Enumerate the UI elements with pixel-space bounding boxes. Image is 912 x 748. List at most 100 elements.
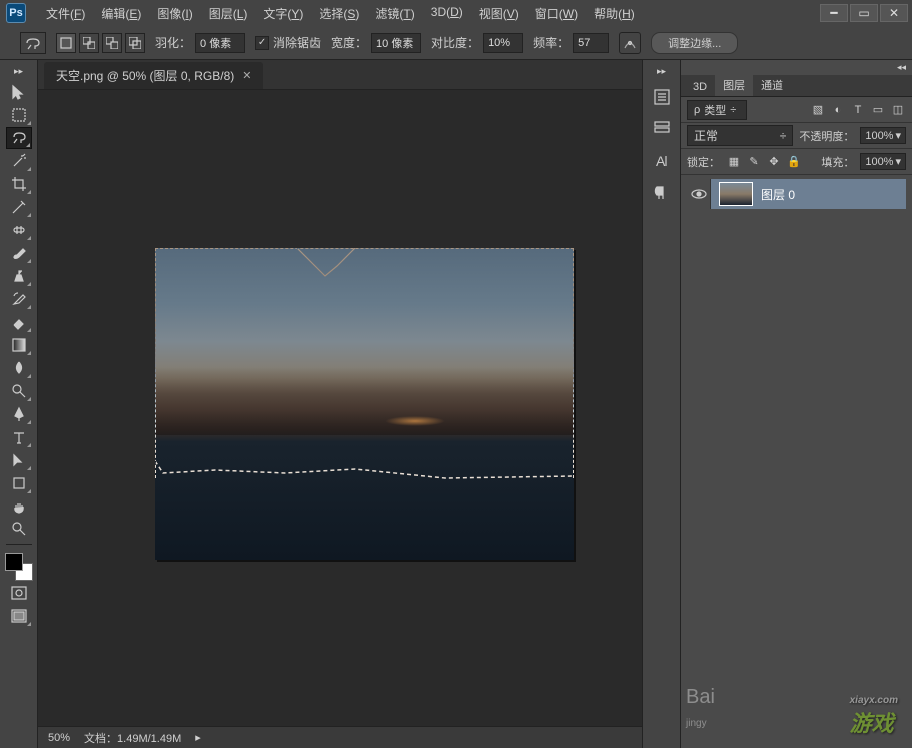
selection-mode-group: [56, 33, 145, 53]
zoom-level[interactable]: 50%: [48, 732, 70, 744]
menu-e[interactable]: 编辑(E): [93, 1, 149, 26]
marquee-tool[interactable]: [6, 104, 32, 126]
move-tool[interactable]: [6, 81, 32, 103]
menu-s[interactable]: 选择(S): [311, 1, 367, 26]
eraser-tool[interactable]: [6, 311, 32, 333]
opacity-label: 不透明度：: [799, 128, 854, 144]
menu-d[interactable]: 3D(D): [423, 1, 471, 26]
svg-text:A: A: [656, 153, 666, 169]
foreground-color-swatch[interactable]: [5, 553, 23, 571]
crop-tool[interactable]: [6, 173, 32, 195]
minimize-button[interactable]: ━: [820, 4, 848, 22]
filter-smart-icon[interactable]: ◫: [890, 102, 906, 118]
fill-input[interactable]: 100%▾: [860, 153, 906, 170]
layer-row[interactable]: 图层 0: [687, 179, 906, 209]
lock-transparent-icon[interactable]: ▦: [726, 154, 742, 170]
document-tab[interactable]: 天空.png @ 50% (图层 0, RGB/8) ✕: [44, 62, 263, 89]
panels-collapse[interactable]: ◂◂: [681, 60, 912, 75]
menu-w[interactable]: 窗口(W): [527, 1, 586, 26]
tab-channels[interactable]: 通道: [753, 74, 791, 96]
dodge-tool[interactable]: [6, 380, 32, 402]
menu-h[interactable]: 帮助(H): [586, 1, 643, 26]
filter-shape-icon[interactable]: ▭: [870, 102, 886, 118]
eyedropper-tool[interactable]: [6, 196, 32, 218]
character-panel-icon[interactable]: A: [649, 149, 675, 173]
menu-v[interactable]: 视图(V): [471, 1, 527, 26]
close-tab-icon[interactable]: ✕: [242, 69, 251, 82]
tab-layers[interactable]: 图层: [715, 74, 753, 96]
path-selection-tool[interactable]: [6, 449, 32, 471]
selection-add[interactable]: [79, 33, 99, 53]
filter-type-icon[interactable]: T: [850, 102, 866, 118]
contrast-input[interactable]: [483, 33, 523, 53]
menu-f[interactable]: 文件(F): [38, 1, 93, 26]
opacity-input[interactable]: 100%▾: [860, 127, 906, 144]
color-swatches[interactable]: [5, 553, 33, 581]
frequency-input[interactable]: [573, 33, 609, 53]
layer-filter-kind[interactable]: ρ类型÷: [687, 100, 747, 120]
lock-paint-icon[interactable]: ✎: [746, 154, 762, 170]
properties-panel-icon[interactable]: [649, 117, 675, 141]
frequency-label: 频率：: [533, 34, 569, 51]
menu-l[interactable]: 图层(L): [201, 1, 256, 26]
filter-adjustment-icon[interactable]: ◐: [830, 102, 846, 118]
tool-preset-picker[interactable]: [20, 32, 46, 54]
lock-position-icon[interactable]: ✥: [766, 154, 782, 170]
gradient-tool[interactable]: [6, 334, 32, 356]
status-docinfo[interactable]: 文档：1.49M/1.49M: [84, 730, 181, 746]
history-panel-icon[interactable]: [649, 85, 675, 109]
layer-visibility-toggle[interactable]: [687, 179, 711, 209]
contrast-label: 对比度：: [431, 34, 479, 51]
menu-y[interactable]: 文字(Y): [255, 1, 311, 26]
lasso-tool[interactable]: [6, 127, 32, 149]
menu-t[interactable]: 滤镜(T): [367, 1, 422, 26]
rectangle-tool[interactable]: [6, 472, 32, 494]
zoom-tool[interactable]: [6, 518, 32, 540]
magic-wand-tool[interactable]: [6, 150, 32, 172]
app-logo: Ps: [6, 3, 26, 23]
layers-list: 图层 0: [681, 175, 912, 748]
blend-mode-select[interactable]: 正常÷: [687, 125, 793, 146]
feather-input[interactable]: [195, 33, 245, 53]
healing-brush-tool[interactable]: [6, 219, 32, 241]
width-input[interactable]: [371, 33, 421, 53]
filter-pixel-icon[interactable]: ▧: [810, 102, 826, 118]
history-brush-tool[interactable]: [6, 288, 32, 310]
selection-subtract[interactable]: [102, 33, 122, 53]
lock-all-icon[interactable]: 🔒: [786, 154, 802, 170]
menubar: Ps 文件(F)编辑(E)图像(I)图层(L)文字(Y)选择(S)滤镜(T)3D…: [0, 0, 912, 26]
toolbox-collapse[interactable]: ▸▸: [0, 66, 37, 80]
blend-row: 正常÷ 不透明度： 100%▾: [681, 123, 912, 149]
selection-marquee: [155, 248, 574, 478]
layer-name[interactable]: 图层 0: [761, 186, 795, 203]
selection-intersect[interactable]: [125, 33, 145, 53]
toolbox-divider: [6, 544, 32, 545]
brush-tool[interactable]: [6, 242, 32, 264]
menu-i[interactable]: 图像(I): [149, 1, 200, 26]
refine-edge-button[interactable]: 调整边缘...: [651, 32, 738, 54]
clone-stamp-tool[interactable]: [6, 265, 32, 287]
hand-tool[interactable]: [6, 495, 32, 517]
pen-pressure-toggle[interactable]: [619, 32, 641, 54]
close-button[interactable]: ✕: [880, 4, 908, 22]
pen-tool[interactable]: [6, 403, 32, 425]
feather-label: 羽化：: [155, 34, 191, 51]
layer-thumbnail[interactable]: [719, 182, 753, 206]
tab-3d[interactable]: 3D: [685, 78, 715, 96]
document-tab-title: 天空.png @ 50% (图层 0, RGB/8): [56, 67, 234, 84]
selection-new[interactable]: [56, 33, 76, 53]
paragraph-panel-icon[interactable]: [649, 181, 675, 205]
antialias-checkbox[interactable]: ✓: [255, 36, 269, 50]
blur-tool[interactable]: [6, 357, 32, 379]
type-tool[interactable]: [6, 426, 32, 448]
lock-label: 锁定：: [687, 154, 720, 170]
document-tabbar: 天空.png @ 50% (图层 0, RGB/8) ✕: [38, 60, 642, 90]
fill-label: 填充：: [821, 154, 854, 170]
quick-mask-toggle[interactable]: [6, 582, 32, 604]
dock-collapse[interactable]: ▸▸: [657, 66, 666, 77]
canvas[interactable]: [38, 90, 642, 748]
pen-pressure-icon: [623, 36, 637, 50]
maximize-button[interactable]: ▭: [850, 4, 878, 22]
options-bar: 羽化： ✓ 消除锯齿 宽度： 对比度： 频率： 调整边缘...: [0, 26, 912, 60]
screen-mode-toggle[interactable]: [6, 605, 32, 627]
